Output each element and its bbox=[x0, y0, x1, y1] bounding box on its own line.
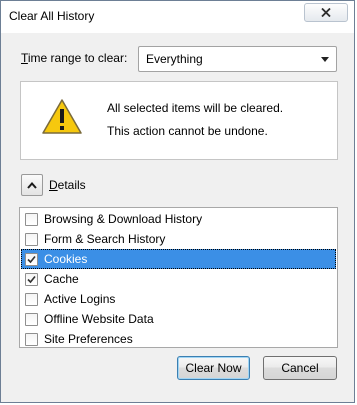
dialog-content: Time range to clear: Everything All sele… bbox=[1, 33, 354, 402]
checkbox[interactable] bbox=[25, 253, 38, 266]
dialog-title: Clear All History bbox=[9, 9, 95, 23]
checkbox[interactable] bbox=[25, 333, 38, 346]
list-item-cache[interactable]: Cache bbox=[21, 269, 336, 289]
time-range-select[interactable]: Everything bbox=[138, 46, 337, 72]
checkmark-icon bbox=[27, 255, 36, 264]
chevron-down-icon bbox=[321, 57, 329, 62]
cancel-button[interactable]: Cancel bbox=[263, 356, 337, 380]
warning-text-1: All selected items will be cleared. bbox=[107, 101, 284, 115]
warning-icon bbox=[42, 99, 82, 134]
chevron-up-icon bbox=[27, 181, 37, 189]
warning-box: All selected items will be cleared. This… bbox=[20, 81, 338, 160]
checkbox[interactable] bbox=[25, 293, 38, 306]
time-range-value: Everything bbox=[146, 52, 203, 66]
clear-history-dialog: Clear All History Time range to clear: E… bbox=[0, 0, 355, 403]
list-item-form-search-history[interactable]: Form & Search History bbox=[21, 229, 336, 249]
checkbox[interactable] bbox=[25, 313, 38, 326]
list-item-browsing-history[interactable]: Browsing & Download History bbox=[21, 209, 336, 229]
checkmark-icon bbox=[27, 275, 36, 284]
list-item-site-preferences[interactable]: Site Preferences bbox=[21, 329, 336, 349]
warning-text-2: This action cannot be undone. bbox=[107, 124, 268, 138]
close-button[interactable] bbox=[304, 3, 348, 22]
details-label: Details bbox=[49, 178, 86, 192]
list-item-active-logins[interactable]: Active Logins bbox=[21, 289, 336, 309]
checkbox[interactable] bbox=[25, 233, 38, 246]
close-icon bbox=[321, 8, 331, 17]
list-item-offline-website-data[interactable]: Offline Website Data bbox=[21, 309, 336, 329]
details-toggle-button[interactable] bbox=[21, 174, 43, 196]
history-items-list: Browsing & Download History Form & Searc… bbox=[19, 207, 338, 348]
time-range-row: Time range to clear: Everything bbox=[21, 46, 337, 72]
clear-now-button[interactable]: Clear Now bbox=[177, 356, 250, 380]
time-range-label: Time range to clear: bbox=[21, 51, 128, 65]
title-bar: Clear All History bbox=[1, 1, 354, 33]
list-item-cookies[interactable]: Cookies bbox=[21, 249, 336, 269]
checkbox[interactable] bbox=[25, 273, 38, 286]
checkbox[interactable] bbox=[25, 213, 38, 226]
